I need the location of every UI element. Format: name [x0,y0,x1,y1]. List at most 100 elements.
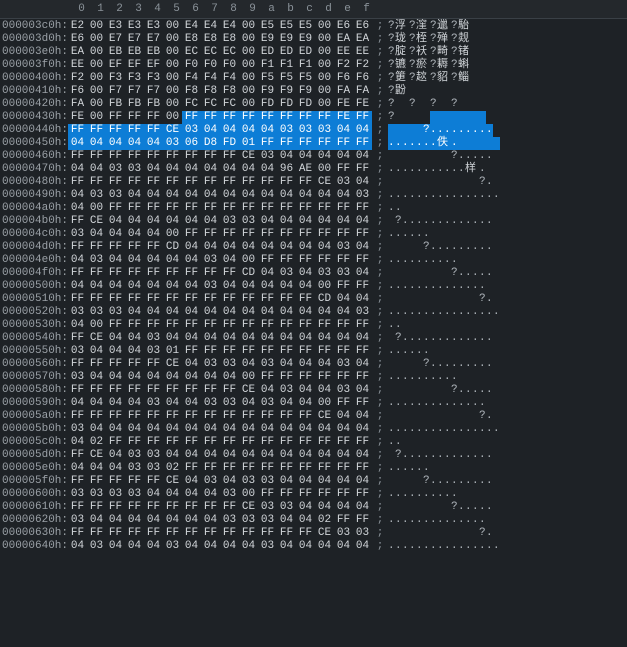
hex-row[interactable]: 00000470h:040403030404040404040496AE00FF… [0,163,627,176]
ascii-char[interactable]: . [430,449,437,462]
ascii-char[interactable]: . [409,345,416,358]
byte[interactable]: FF [258,371,277,384]
byte[interactable]: FF [296,527,315,540]
ascii-char[interactable] [465,462,472,475]
ascii-char[interactable] [409,267,416,280]
byte[interactable]: 04 [201,488,220,501]
byte[interactable]: 00 [239,59,258,72]
byte[interactable]: 04 [144,215,163,228]
byte[interactable]: 03 [163,540,182,553]
bytes[interactable]: 0404040403040403030403040400FFFF [68,397,372,410]
ascii-char[interactable]: . [402,540,409,553]
ascii-char[interactable] [416,410,423,423]
byte[interactable]: 04 [220,163,239,176]
ascii-char[interactable]: ? [409,20,416,33]
ascii-char[interactable] [437,228,444,241]
ascii-char[interactable] [423,319,430,332]
ascii-char[interactable] [458,345,465,358]
byte[interactable]: 04 [144,423,163,436]
byte[interactable]: 04 [334,150,353,163]
byte[interactable]: 04 [296,514,315,527]
ascii-char[interactable]: . [430,241,437,254]
ascii-char[interactable] [479,462,486,475]
ascii-char[interactable]: . [402,332,409,345]
ascii-char[interactable] [395,267,402,280]
ascii-char[interactable]: ? [430,59,437,72]
ascii-char[interactable] [388,241,395,254]
byte[interactable]: 03 [68,514,87,527]
bytes[interactable]: FFFFFFFFFFCE04030403030404040404 [68,475,372,488]
byte[interactable]: 00 [163,33,182,46]
ascii-char[interactable] [423,85,430,98]
ascii-char[interactable]: . [444,358,451,371]
byte[interactable]: 04 [277,358,296,371]
ascii-char[interactable]: . [388,189,395,202]
ascii-char[interactable]: . [423,449,430,462]
byte[interactable]: FF [68,176,87,189]
ascii-char[interactable]: . [395,254,402,267]
ascii[interactable]: ?............. [388,215,493,228]
ascii-char[interactable]: . [479,163,486,176]
byte[interactable]: 04 [182,488,201,501]
ascii-char[interactable]: . [444,423,451,436]
ascii-char[interactable]: . [409,306,416,319]
ascii-char[interactable]: 桎 [416,33,430,46]
ascii-char[interactable]: . [409,254,416,267]
byte[interactable]: F8 [182,85,201,98]
ascii-char[interactable] [416,124,423,137]
byte[interactable]: 04 [201,540,220,553]
ascii-char[interactable] [444,319,451,332]
ascii-char[interactable] [437,384,444,397]
bytes[interactable]: EE00EFEFEF00F0F0F000F1F1F100F2F2 [68,59,372,72]
ascii-char[interactable] [472,436,479,449]
byte[interactable]: 04 [201,423,220,436]
ascii-char[interactable]: . [437,397,444,410]
byte[interactable]: FF [182,202,201,215]
byte[interactable]: 04 [182,241,201,254]
byte[interactable]: 03 [106,163,125,176]
byte[interactable]: 03 [220,514,239,527]
ascii-char[interactable]: . [409,540,416,553]
byte[interactable]: E2 [68,20,87,33]
byte[interactable]: 04 [277,397,296,410]
byte[interactable]: FF [334,371,353,384]
hex-row[interactable]: 000005c0h:0402FFFFFFFFFFFFFFFFFFFFFFFFFF… [0,436,627,449]
ascii-char[interactable]: . [458,384,465,397]
byte[interactable]: 03 [334,241,353,254]
ascii-char[interactable] [388,267,395,280]
ascii-char[interactable]: . [402,514,409,527]
byte[interactable]: FF [258,228,277,241]
ascii-char[interactable]: ? [451,33,458,46]
byte[interactable]: FF [353,202,372,215]
ascii-char[interactable]: 耨 [437,59,451,72]
ascii-char[interactable]: . [472,540,479,553]
byte[interactable]: 04 [68,189,87,202]
ascii-char[interactable] [472,488,479,501]
byte[interactable]: 04 [296,475,315,488]
hex-row[interactable]: 000004e0h:04030404040404030400FFFFFFFFFF… [0,254,627,267]
ascii-char[interactable]: . [486,449,493,462]
ascii-char[interactable]: . [388,540,395,553]
byte[interactable]: 04 [220,371,239,384]
ascii-char[interactable]: . [423,254,430,267]
byte[interactable]: E6 [68,33,87,46]
byte[interactable]: 03 [239,475,258,488]
ascii[interactable]: ? [388,111,486,124]
byte[interactable]: 04 [125,306,144,319]
byte[interactable]: FA [353,85,372,98]
byte[interactable]: FF [201,462,220,475]
ascii-char[interactable]: ? [451,20,458,33]
ascii-char[interactable] [486,397,493,410]
byte[interactable]: F1 [296,59,315,72]
ascii-char[interactable]: . [479,124,486,137]
ascii-char[interactable] [451,345,458,358]
ascii-char[interactable]: . [458,475,465,488]
byte[interactable]: FB [125,98,144,111]
byte[interactable]: FF [277,527,296,540]
ascii-char[interactable]: . [395,436,402,449]
ascii-char[interactable] [493,202,500,215]
ascii-char[interactable]: . [472,241,479,254]
ascii-char[interactable]: . [458,189,465,202]
byte[interactable]: 04 [315,241,334,254]
byte[interactable]: 04 [87,514,106,527]
